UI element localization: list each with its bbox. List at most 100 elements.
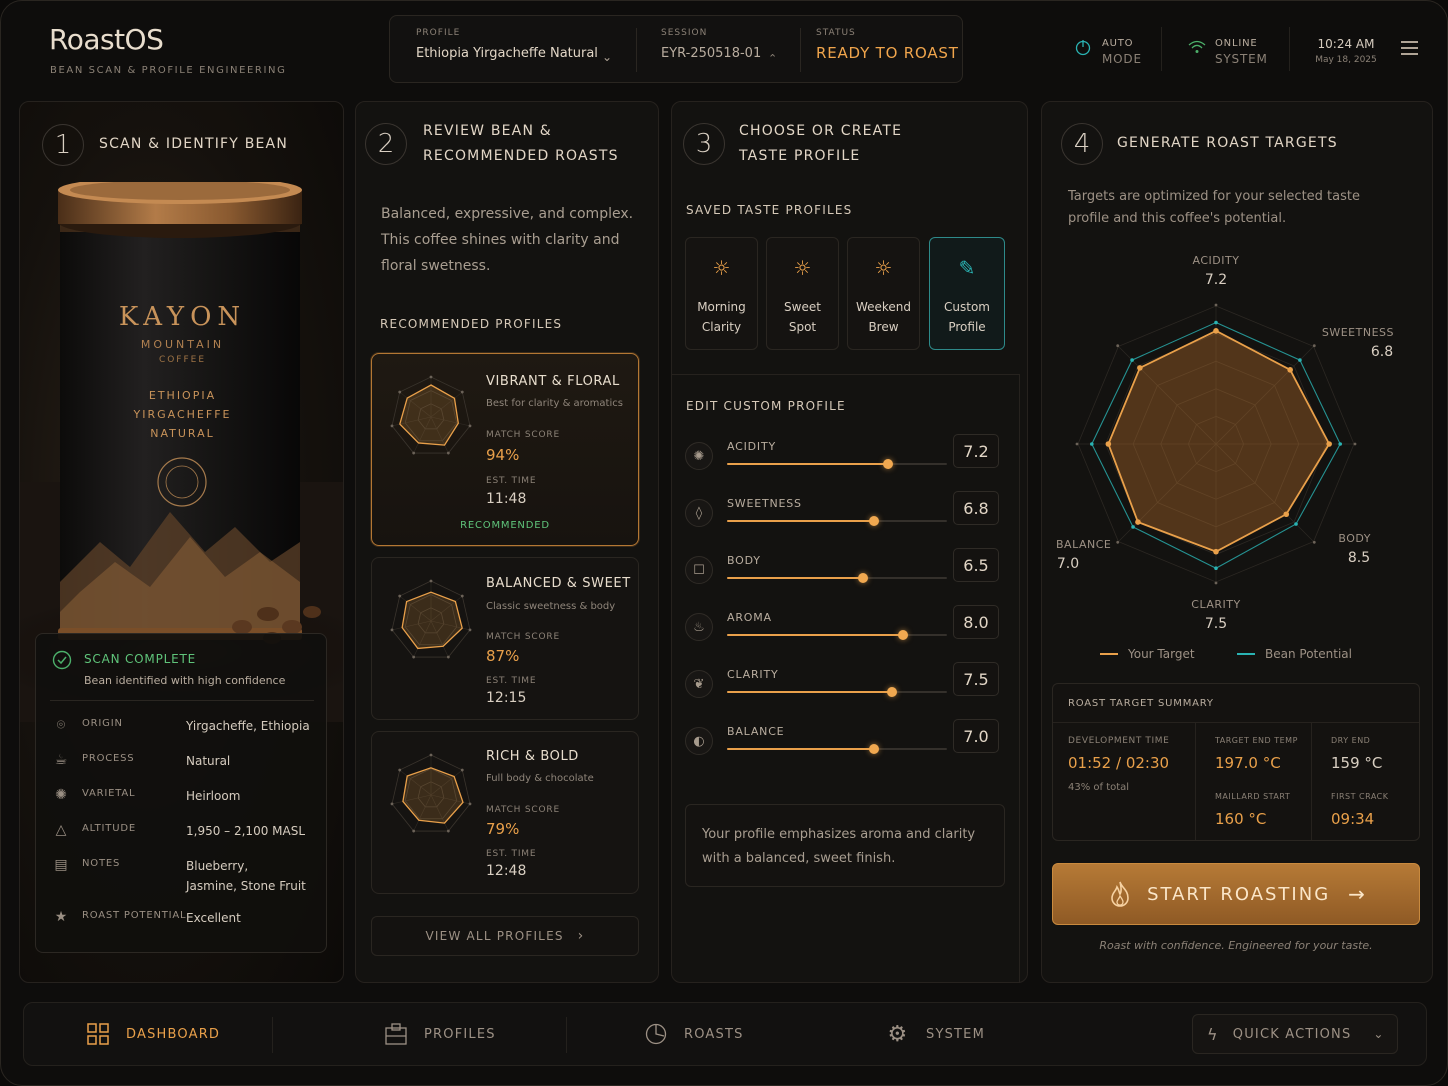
session-value: EYR-250518-01	[661, 46, 762, 61]
slider-handle[interactable]	[898, 630, 908, 640]
slider-label: SWEETNESS	[727, 497, 802, 510]
tile-custom-profile[interactable]: ✎ Custom Profile	[929, 237, 1005, 350]
slider-handle[interactable]	[869, 744, 880, 754]
nav-dashboard[interactable]: DASHBOARD	[86, 1021, 220, 1047]
profile-card-vibrant[interactable]: VIBRANT & FLORAL Best for clarity & arom…	[371, 353, 639, 546]
tin-line2: COFFEE	[158, 355, 207, 365]
mini-radar-chart	[390, 579, 472, 659]
slider-track[interactable]	[727, 573, 947, 583]
nav-roasts[interactable]: ROASTS	[644, 1021, 744, 1047]
slider-fill	[727, 577, 864, 579]
info-row-altitude: △ ALTITUDE 1,950 – 2,100 MASL	[52, 821, 312, 841]
slider-value[interactable]: 6.8	[953, 491, 999, 525]
profile-card-rich[interactable]: RICH & BOLD Full body & chocolate MATCH …	[371, 731, 639, 894]
legend-swatch-target	[1100, 653, 1118, 655]
slider-track[interactable]	[727, 744, 947, 754]
online-status[interactable]: ONLINE SYSTEM	[1187, 37, 1267, 66]
axis-value: 8.5	[1348, 550, 1370, 566]
chevron-down-icon: ⌄	[1373, 1027, 1385, 1041]
slider-label: ACIDITY	[727, 440, 777, 453]
quick-actions-button[interactable]: ϟ QUICK ACTIONS ⌄	[1192, 1014, 1398, 1054]
wifi-icon	[1188, 40, 1206, 53]
nav-profiles[interactable]: PROFILES	[384, 1021, 496, 1047]
end-temp-value: 197.0 °C	[1215, 754, 1281, 772]
slider-value[interactable]: 6.5	[953, 548, 999, 582]
tile-sweet-spot[interactable]: ☼ Sweet Spot	[766, 237, 839, 350]
slider-track[interactable]	[727, 516, 947, 526]
sweetness-icon: ◊	[685, 499, 713, 527]
start-roasting-button[interactable]: START ROASTING →	[1052, 863, 1420, 925]
est-time: 12:15	[486, 690, 527, 706]
dev-time-value: 01:52 / 02:30	[1068, 754, 1170, 772]
slider-value[interactable]: 7.5	[953, 662, 999, 696]
maillard-value: 160 °C	[1215, 810, 1267, 828]
view-all-profiles-button[interactable]: VIEW ALL PROFILES ›	[371, 916, 639, 956]
location-icon: ⌾	[56, 717, 66, 733]
axis-value: 6.8	[1371, 344, 1393, 360]
info-row-roast-potential: ★ ROAST POTENTIAL Excellent	[52, 908, 312, 928]
clock-time: 10:24 AM	[1317, 37, 1375, 51]
auto-mode-toggle[interactable]: AUTO MODE	[1073, 37, 1141, 66]
aroma-icon: ♨	[685, 613, 713, 641]
tile-morning-clarity[interactable]: ☼ Morning Clarity	[685, 237, 758, 350]
slider-value[interactable]: 7.0	[953, 719, 999, 753]
profile-sub: Full body & chocolate	[486, 773, 594, 784]
slider-track[interactable]	[727, 459, 947, 469]
slider-fill	[727, 691, 892, 693]
slider-label: BODY	[727, 554, 761, 567]
process-icon: ☕	[54, 752, 68, 768]
slider-track[interactable]	[727, 687, 947, 697]
slider-fill	[727, 520, 875, 522]
targets-description: Targets are optimized for your selected …	[1068, 189, 1360, 226]
flame-icon	[1111, 881, 1129, 907]
mountain-icon: △	[55, 822, 67, 838]
sun-icon: ☼	[712, 256, 731, 280]
tagline: Roast with confidence. Engineered for yo…	[1099, 939, 1373, 952]
target-point	[1213, 328, 1219, 334]
nav-system[interactable]: ⚙ SYSTEM	[886, 1021, 985, 1047]
clock: 10:24 AM May 18, 2025	[1301, 37, 1391, 65]
chevron-down-icon[interactable]: ⌄	[602, 50, 612, 64]
scan-status: SCAN COMPLETE	[84, 652, 196, 666]
info-row-origin: ⌾ ORIGIN Yirgacheffe, Ethiopia	[52, 716, 312, 736]
menu-icon[interactable]	[1401, 41, 1418, 55]
potential-point	[1130, 358, 1134, 362]
tin-origin1: ETHIOPIA	[148, 389, 217, 402]
step-number-1: 1	[42, 124, 84, 166]
sync-icon[interactable]: ⌃	[768, 52, 777, 65]
profile-title: BALANCED & SWEET	[486, 576, 631, 591]
app-subtitle: BEAN SCAN & PROFILE ENGINEERING	[50, 65, 287, 76]
profile-card-balanced[interactable]: BALANCED & SWEET Classic sweetness & bod…	[371, 557, 639, 720]
axis-label: CLARITY	[1191, 598, 1240, 611]
step-title-3: CHOOSE OR CREATE TASTE PROFILE	[739, 123, 903, 164]
app-logo: RoastOS	[49, 23, 164, 56]
axis-label: BALANCE	[1056, 538, 1111, 551]
axis-value: 7.5	[1205, 616, 1227, 632]
slider-value[interactable]: 7.2	[953, 434, 999, 468]
tile-weekend-brew[interactable]: ☼ Weekend Brew	[847, 237, 920, 350]
online-value: SYSTEM	[1215, 52, 1268, 66]
clock-date: May 18, 2025	[1315, 55, 1377, 65]
slider-label: AROMA	[727, 611, 772, 624]
slider-handle[interactable]	[887, 687, 897, 697]
clock-icon	[644, 1022, 668, 1046]
slider-sweetness: ◊ SWEETNESS 6.8	[685, 491, 1001, 531]
status-info: STATUS READY TO ROAST	[816, 28, 959, 62]
slider-handle[interactable]	[869, 516, 880, 526]
info-row-process: ☕ PROCESS Natural	[52, 751, 312, 771]
step-title-2: REVIEW BEAN & RECOMMENDED ROASTS	[423, 123, 619, 164]
sun-icon: ☼	[874, 256, 893, 280]
slider-value[interactable]: 8.0	[953, 605, 999, 639]
profile-note: Your profile emphasizes aroma and clarit…	[685, 804, 1005, 887]
slider-body: ☐ BODY 6.5	[685, 548, 1001, 588]
dry-end-label: DRY END	[1331, 736, 1371, 745]
tin-label: KAYON MOUNTAIN COFFEE ETHIOPIA YIRGACHEF…	[60, 302, 305, 440]
session-info: SESSION EYR-250518-01	[661, 28, 761, 61]
slider-track[interactable]	[727, 630, 947, 640]
slider-handle[interactable]	[858, 573, 869, 583]
profile-sub: Best for clarity & aromatics	[486, 398, 623, 409]
edit-profile-label: EDIT CUSTOM PROFILE	[686, 399, 846, 413]
profile-selector[interactable]: PROFILE Ethiopia Yirgacheffe Natural	[416, 28, 598, 61]
potential-point	[1298, 358, 1302, 362]
slider-handle[interactable]	[882, 459, 893, 469]
